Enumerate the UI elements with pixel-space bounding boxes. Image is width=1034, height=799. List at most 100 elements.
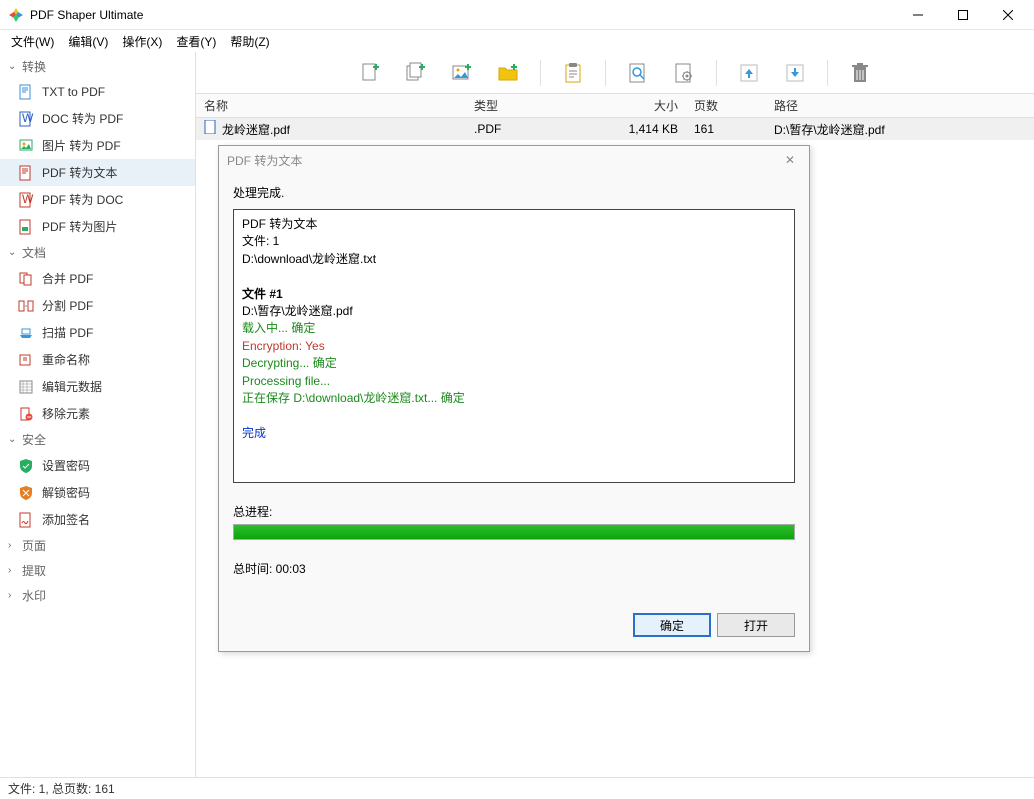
sidebar-group-watermark[interactable]: › 水印 [0,583,195,608]
file-path: D:\暂存\龙岭迷窟.pdf [766,121,1034,138]
sidebar-group-convert[interactable]: ⌄转换 [0,54,195,79]
menu-action[interactable]: 操作(X) [115,31,169,52]
menu-help[interactable]: 帮助(Z) [223,31,276,52]
sidebar-group-label: 文档 [22,244,46,261]
add-folder-button[interactable] [494,59,522,87]
chevron-right-icon: › [8,540,18,551]
toolbar-separator [540,60,541,86]
sidebar-item-scan[interactable]: 扫描 PDF [0,319,195,346]
file-size: 1,414 KB [586,122,686,136]
sidebar-item-pdf-to-doc[interactable]: W PDF 转为 DOC [0,186,195,213]
sidebar-group-label: 转换 [22,58,46,75]
sidebar-item-label: 设置密码 [42,457,90,474]
preview-button[interactable] [624,59,652,87]
progress-label: 总进程: [233,503,795,520]
minimize-button[interactable] [895,0,940,29]
file-pages: 161 [686,122,766,136]
delete-button[interactable] [846,59,874,87]
scanner-icon [18,325,34,341]
log-file-path: D:\暂存\龙岭迷窟.pdf [242,303,786,320]
sidebar-group-label: 页面 [22,537,46,554]
sidebar-item-label: PDF 转为 DOC [42,191,123,208]
move-up-button[interactable] [735,59,763,87]
sidebar-item-decrypt[interactable]: 解锁密码 [0,479,195,506]
sidebar-item-encrypt[interactable]: 设置密码 [0,452,195,479]
sidebar-group-page[interactable]: › 页面 [0,533,195,558]
column-type[interactable]: 类型 [466,97,586,114]
dialog-close-button[interactable]: ✕ [779,151,801,169]
metadata-icon [18,379,34,395]
time-label: 总时间: 00:03 [233,560,795,577]
maximize-button[interactable] [940,0,985,29]
app-logo-icon [8,7,24,23]
sidebar-group-document[interactable]: ⌄ 文档 [0,240,195,265]
sidebar-item-label: TXT to PDF [42,85,105,99]
sidebar-item-metadata[interactable]: 编辑元数据 [0,373,195,400]
dialog-title-bar[interactable]: PDF 转为文本 ✕ [219,146,809,174]
sidebar-item-remove[interactable]: 移除元素 [0,400,195,427]
status-text: 文件: 1, 总页数: 161 [8,780,115,797]
column-size[interactable]: 大小 [586,97,686,114]
dialog-log: PDF 转为文本 文件: 1 D:\download\龙岭迷窟.txt 文件 #… [233,209,795,483]
shield-green-icon [18,458,34,474]
pdf-file-icon [18,165,34,181]
sidebar-item-rename[interactable]: 重命名称 [0,346,195,373]
log-line: 文件: 1 [242,233,786,250]
sidebar-item-pdf-to-img[interactable]: PDF 转为图片 [0,213,195,240]
sidebar-item-pdf-to-text[interactable]: PDF 转为文本 [0,159,195,186]
menu-edit[interactable]: 编辑(V) [61,31,115,52]
sidebar-group-extract[interactable]: ›提取 [0,558,195,583]
sidebar-group-security[interactable]: ⌄安全 [0,427,195,452]
sidebar-item-split[interactable]: 分割 PDF [0,292,195,319]
merge-icon [18,271,34,287]
sidebar-item-label: 图片 转为 PDF [42,137,121,154]
file-list-row[interactable]: 龙岭迷窟.pdf .PDF 1,414 KB 161 D:\暂存\龙岭迷窟.pd… [196,118,1034,140]
text-file-icon [18,84,34,100]
chevron-right-icon: › [8,590,18,601]
add-files-button[interactable] [402,59,430,87]
log-file-header: 文件 #1 [242,286,786,303]
dialog-status: 处理完成. [233,184,795,201]
sidebar-item-doc-to-pdf[interactable]: WDOC 转为 PDF [0,105,195,132]
chevron-down-icon: ⌄ [8,247,18,258]
paste-button[interactable] [559,59,587,87]
settings-button[interactable] [670,59,698,87]
close-button[interactable] [985,0,1030,29]
sidebar-item-merge[interactable]: 合并 PDF [0,265,195,292]
file-type: .PDF [466,122,586,136]
toolbar-separator [605,60,606,86]
remove-icon [18,406,34,422]
add-image-button[interactable] [448,59,476,87]
window-title: PDF Shaper Ultimate [30,8,895,22]
progress-dialog: PDF 转为文本 ✕ 处理完成. PDF 转为文本 文件: 1 D:\downl… [218,145,810,652]
add-file-button[interactable] [356,59,384,87]
column-pages[interactable]: 页数 [686,97,766,114]
column-name[interactable]: 名称 [196,97,466,114]
sidebar-group-label: 安全 [22,431,46,448]
menu-view[interactable]: 查看(Y) [169,31,223,52]
status-bar: 文件: 1, 总页数: 161 [0,777,1034,799]
chevron-right-icon: › [8,565,18,576]
title-bar: PDF Shaper Ultimate [0,0,1034,30]
ok-button[interactable]: 确定 [633,613,711,637]
sidebar-item-label: 扫描 PDF [42,324,93,341]
doc-file-icon: W [18,111,34,127]
svg-text:W: W [22,111,34,125]
open-button[interactable]: 打开 [717,613,795,637]
log-saving: 正在保存 D:\download\龙岭迷窟.txt... 确定 [242,390,786,407]
svg-text:W: W [22,192,34,206]
sidebar-item-label: 解锁密码 [42,484,90,501]
log-line: PDF 转为文本 [242,216,786,233]
move-down-button[interactable] [781,59,809,87]
log-encryption: Encryption: Yes [242,338,786,355]
sidebar-group-label: 水印 [22,587,46,604]
toolbar [196,52,1034,94]
sidebar: ⌄转换 TXT to PDF WDOC 转为 PDF 图片 转为 PDF PDF… [0,52,196,777]
sidebar-item-img-to-pdf[interactable]: 图片 转为 PDF [0,132,195,159]
menu-file[interactable]: 文件(W) [4,31,61,52]
pdf-file-icon [204,120,218,134]
shield-orange-icon [18,485,34,501]
column-path[interactable]: 路径 [766,97,1034,114]
sidebar-item-txt-to-pdf[interactable]: TXT to PDF [0,79,195,105]
sidebar-item-sign[interactable]: 添加签名 [0,506,195,533]
